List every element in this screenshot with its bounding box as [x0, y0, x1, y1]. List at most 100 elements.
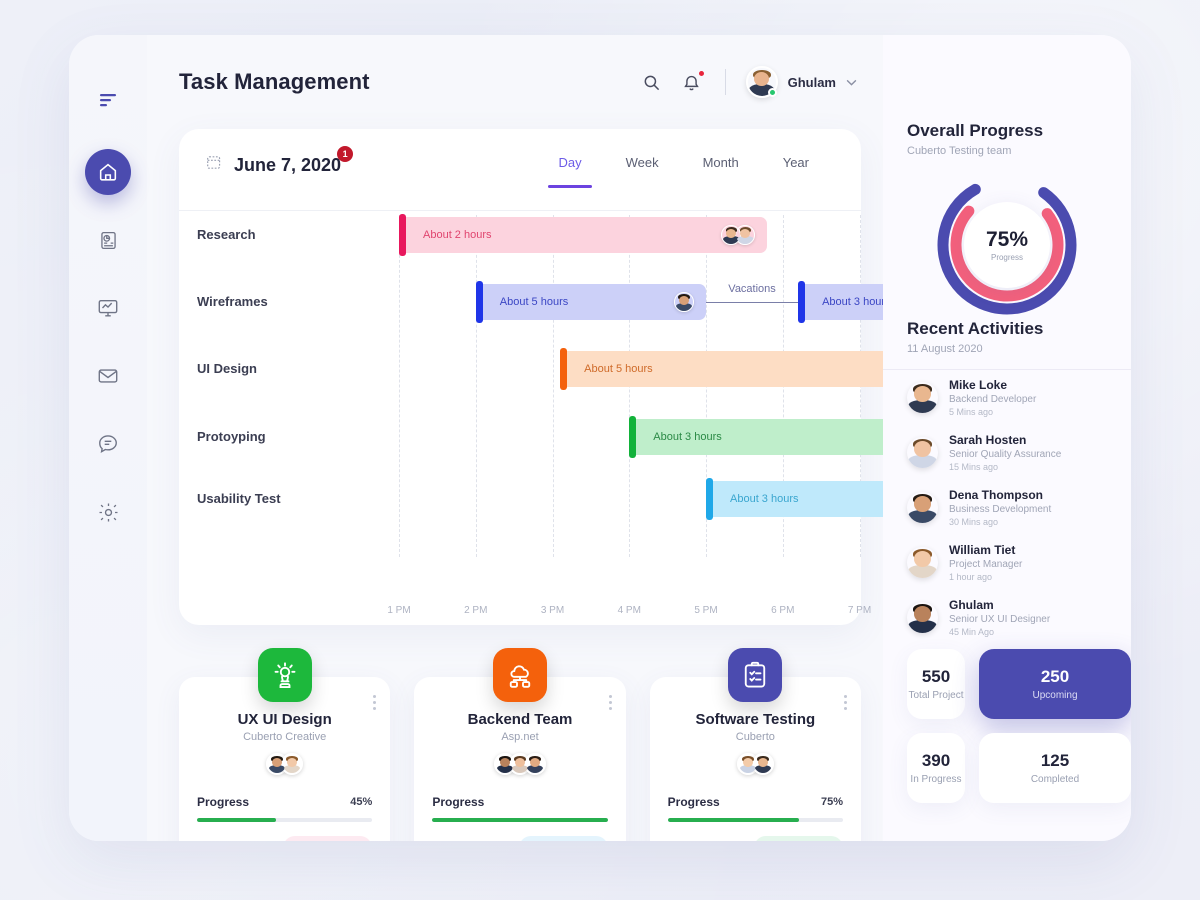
- gantt-bar-label: About 3 hours: [822, 296, 891, 308]
- date-alert-badge: 1: [337, 145, 354, 162]
- topbar: Task Management Ghulam: [147, 35, 883, 129]
- member-avatar-stack: [674, 292, 694, 312]
- overall-progress-title: Overall Progress: [907, 121, 1044, 140]
- app-window: Task Management Ghulam June 7, 2020 1 Da…: [69, 35, 1131, 841]
- topbar-actions: Ghulam: [639, 66, 857, 98]
- activity-role: Senior UX UI Designer: [949, 614, 1051, 625]
- overall-progress-subtitle: Cuberto Testing team: [907, 145, 1012, 157]
- activity-item[interactable]: Dena Thompson Business Development 30 Mins…: [883, 480, 1131, 535]
- member-avatar: [674, 292, 694, 312]
- activity-item[interactable]: Sarah Hosten Senior Quality Assurance 15 M…: [883, 425, 1131, 480]
- user-chevron[interactable]: [846, 73, 857, 91]
- avatar: [907, 437, 938, 468]
- recent-activities-header: Recent Activities 11 August 2020: [883, 319, 1131, 355]
- activity-list: Mike Loke Backend Developer 5 Mins ago Sara…: [883, 370, 1131, 645]
- topbar-divider: [724, 69, 726, 95]
- progress-caption: Progress: [990, 253, 1023, 262]
- activity-time: 30 Mins ago: [949, 517, 999, 527]
- activity-item[interactable]: Mike Loke Backend Developer 5 Mins ago: [883, 370, 1131, 425]
- activity-name: William Tiet: [949, 543, 1016, 557]
- gantt-row-label: Research: [197, 227, 256, 242]
- activity-name: Sarah Hosten: [949, 433, 1027, 447]
- notifications-button[interactable]: [679, 69, 705, 95]
- tab-day[interactable]: Day: [536, 153, 603, 188]
- search-button[interactable]: [639, 69, 665, 95]
- activity-text: Mike Loke Backend Developer 5 Mins ago: [949, 378, 1036, 417]
- card-menu-button[interactable]: [373, 695, 377, 710]
- user-name: Ghulam: [787, 74, 836, 90]
- progress-value: 75%: [985, 228, 1029, 251]
- member-avatar-stack: [197, 753, 372, 775]
- stat-label: Total Project: [908, 690, 964, 701]
- activity-time: 15 Mins ago: [949, 462, 999, 472]
- tab-week[interactable]: Week: [604, 153, 681, 188]
- progress-percent: 45%: [350, 796, 373, 808]
- gantt-bar-accent: [399, 214, 406, 256]
- stat-tile[interactable]: 550 Total Project: [907, 649, 965, 719]
- activity-item[interactable]: Ghulam Senior UX UI Designer 45 Min Ago: [883, 590, 1131, 645]
- gantt-bar-label: About 3 hours: [730, 493, 799, 505]
- gantt-bar-accent: [629, 416, 637, 458]
- avatar: [745, 66, 778, 98]
- progress-row: Progress 75%: [668, 795, 843, 809]
- project-card[interactable]: Software Testing Cuberto Progress 75% 5 3 1 We…: [649, 648, 861, 842]
- gantt-task-bar[interactable]: About 2 hours: [399, 214, 768, 256]
- chevron-down-icon: [846, 79, 857, 86]
- tab-year[interactable]: Year: [761, 153, 831, 188]
- project-card[interactable]: Backend Team Asp.net Progress 5 3 2 Week left: [414, 648, 626, 842]
- progress-fill: [432, 818, 608, 822]
- due-badge: 1 Week left: [753, 836, 843, 841]
- avatar: [907, 602, 938, 633]
- project-card[interactable]: UX UI Design Cuberto Creative Progress 45% 5…: [179, 648, 391, 842]
- card-menu-button[interactable]: [608, 695, 612, 710]
- gantt-axis-tick: 3 PM: [540, 605, 565, 616]
- progress-track: [432, 818, 608, 822]
- member-avatar-stack: [432, 753, 607, 775]
- gantt-axis-tick: 4 PM: [617, 605, 641, 616]
- stat-tile[interactable]: 125 Completed: [979, 733, 1131, 803]
- sidebar-item-settings[interactable]: [85, 489, 131, 535]
- progress-track: [667, 818, 843, 822]
- sidebar-item-messages[interactable]: [85, 421, 131, 467]
- member-avatar-stack: [721, 225, 756, 245]
- stat-tile[interactable]: 250 Upcoming: [979, 649, 1131, 719]
- comment-bubble-icon: [468, 841, 481, 842]
- activity-text: William Tiet Project Manager 1 hour ago: [949, 543, 1022, 582]
- gantt-chart: 1 PM2 PM3 PM4 PM5 PM6 PM7 PM8 PM9 PM Res…: [179, 211, 1060, 625]
- sidebar-item-mail[interactable]: [85, 353, 131, 399]
- clipboard-checklist-icon: [728, 648, 783, 702]
- gear-icon: [98, 502, 118, 522]
- card-menu-button[interactable]: [843, 695, 847, 710]
- gantt-row-label: Protoyping: [197, 429, 266, 444]
- activity-item[interactable]: William Tiet Project Manager 1 hour ago: [883, 535, 1131, 590]
- sidebar-item-home[interactable]: [85, 149, 131, 195]
- stat-label: In Progress: [910, 774, 962, 785]
- member-avatar-stack: [668, 753, 843, 775]
- gantt-bar-label: About 5 hours: [584, 363, 653, 375]
- attachment-image-icon: [668, 841, 681, 842]
- gantt-bar-accent: [475, 281, 483, 323]
- idea-hand-bulb-icon: [257, 648, 312, 702]
- right-sidebar: Overall Progress Cuberto Testing team 75…: [883, 35, 1131, 841]
- stat-tile[interactable]: 390 In Progress: [907, 733, 965, 803]
- date-selector[interactable]: June 7, 2020 1: [205, 145, 354, 177]
- tab-month[interactable]: Month: [681, 153, 761, 188]
- recent-activities-title: Recent Activities: [907, 319, 1044, 338]
- page-title: Task Management: [179, 69, 370, 94]
- comment-bubble-icon: [704, 841, 717, 842]
- card-footer: 5 3 2 Week left: [432, 836, 608, 842]
- project-cards: UX UI Design Cuberto Creative Progress 45% 5…: [147, 625, 883, 841]
- online-indicator: [767, 88, 777, 97]
- activity-name: Ghulam: [949, 598, 994, 612]
- user-menu[interactable]: Ghulam: [745, 66, 857, 98]
- donut-center: 75% Progress: [964, 202, 1050, 288]
- sidebar-item-menu[interactable]: [85, 77, 131, 123]
- attachments-meta: 5: [197, 841, 221, 842]
- gantt-task-bar[interactable]: About 5 hours: [475, 281, 706, 323]
- recent-activities-date: 11 August 2020: [907, 343, 983, 355]
- activity-time: 1 hour ago: [949, 572, 993, 582]
- gantt-bar-accent: [706, 478, 713, 520]
- gantt-task-bar[interactable]: About 5 hours: [560, 348, 937, 390]
- sidebar-item-analytics[interactable]: [85, 285, 131, 331]
- sidebar-item-reports[interactable]: [85, 217, 131, 263]
